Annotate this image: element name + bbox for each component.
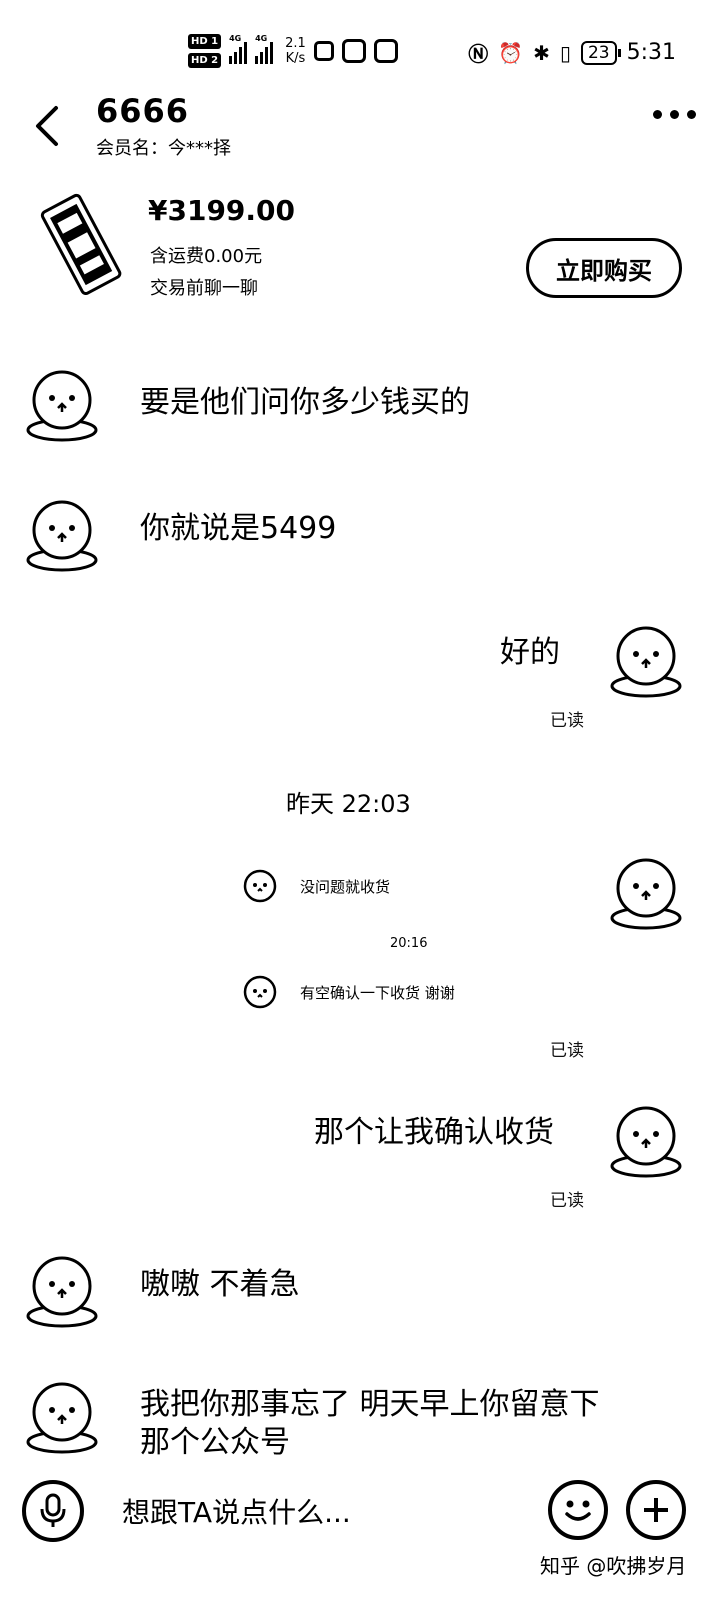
status-right-icons: Ⓝ ⏰ ✱ ▯ 23 5:31 [468,38,676,67]
microphone-icon [40,1493,66,1527]
product-card[interactable]: ¥3199.00 含运费0.00元 交易前聊一聊 立即购买 [0,180,720,310]
vibrate-icon: ▯ [559,40,571,65]
hd1-badge: HD 1 [188,34,222,49]
message-text[interactable]: 那个让我确认收货 [314,1114,554,1152]
screenshot-line: 有空确认一下收货 谢谢 [300,983,455,1002]
seal-avatar-icon[interactable] [606,620,686,700]
voice-button[interactable] [22,1480,84,1542]
more-dot [653,110,662,119]
seal-avatar-icon[interactable] [606,1100,686,1180]
seal-avatar-icon[interactable] [22,1376,102,1456]
input-bar: 知乎 @吹拂岁月 [0,1470,720,1600]
screenshot-time: 20:16 [390,936,428,951]
read-status: 已读 [550,711,584,731]
seal-avatar-icon [243,975,277,1009]
screenshot-line: 没问题就收货 [300,877,391,896]
shipping-fee: 含运费0.00元 [150,246,263,267]
battery-icon: 23 [580,40,621,65]
plus-icon [644,1498,668,1522]
alarm-icon: ⏰ [498,40,524,65]
watermark: 知乎 @吹拂岁月 [540,1554,687,1578]
signal-icon: 4G [255,34,274,64]
more-button[interactable] [653,110,696,119]
hd2-badge: HD 2 [188,53,222,68]
back-button[interactable] [28,102,68,150]
message-input[interactable] [122,1488,522,1536]
member-name: 会员名：今***择 [96,138,231,159]
message-text[interactable]: 嗷嗷 不着急 [140,1266,300,1304]
emoji-icon[interactable] [548,1480,608,1540]
signal-icon: 4G [229,34,248,64]
message-text[interactable]: 要是他们问你多少钱买的 [140,384,470,422]
bluetooth-icon: ✱ [533,40,550,65]
chevron-left-icon [36,106,58,146]
app-icon [373,39,398,63]
status-left-icons: HD 1 HD 2 4G 4G 2.1 K/s [188,34,398,68]
product-price: ¥3199.00 [148,194,296,227]
screenshot-row: 没问题就收货 [240,866,390,906]
chat-messages: 要是他们问你多少钱买的 你就说是5499 好的 已读 昨天 22:03 没问题就… [0,320,720,1470]
hd-indicators: HD 1 HD 2 [188,34,222,68]
more-dot [670,110,679,119]
page-title: 6666 [96,92,190,130]
lock-icon [313,41,334,61]
message-text[interactable]: 我把你那事忘了 明天早上你留意下那个公众号 [140,1386,600,1462]
screenshot-row: 有空确认一下收货 谢谢 [240,972,455,1012]
status-bar: HD 1 HD 2 4G 4G 2.1 K/s Ⓝ ⏰ ✱ ▯ 23 5:31 [0,0,720,90]
seal-avatar-icon[interactable] [22,364,102,444]
buy-now-button[interactable]: 立即购买 [526,238,682,298]
product-thumbnail[interactable] [40,190,124,298]
plus-button[interactable] [626,1480,686,1540]
message-text[interactable]: 你就说是5499 [140,510,336,548]
time-separator: 昨天 22:03 [286,790,411,818]
bt-app-icon [341,39,366,63]
read-status: 已读 [550,1041,584,1061]
seal-avatar-icon[interactable] [22,494,102,574]
seal-avatar-icon[interactable] [606,852,686,932]
read-status: 已读 [550,1191,584,1211]
clock: 5:31 [626,40,676,65]
more-dot [687,110,696,119]
seal-avatar-icon[interactable] [22,1250,102,1330]
seal-avatar-icon [243,869,277,903]
chat-header: 6666 会员名：今***择 [0,90,720,170]
net-speed: 2.1 K/s [285,36,306,66]
nfc-icon: Ⓝ [468,42,489,66]
chat-hint: 交易前聊一聊 [150,278,258,299]
message-text[interactable]: 好的 [500,634,560,672]
